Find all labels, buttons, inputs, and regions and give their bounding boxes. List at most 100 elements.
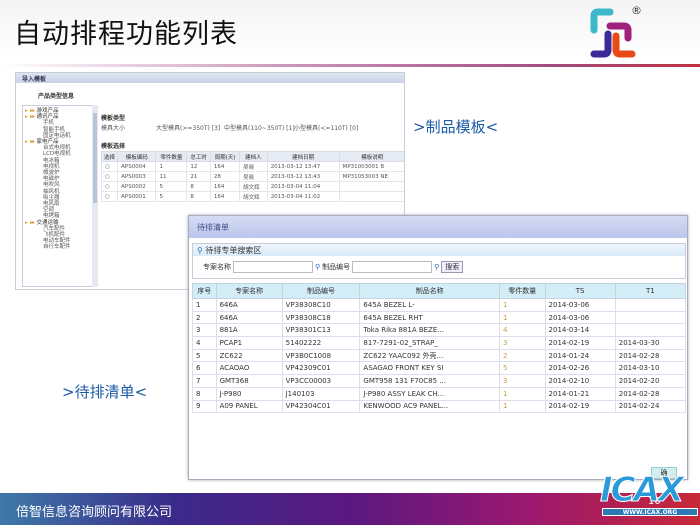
column-header[interactable]: 专案名称 (215, 283, 283, 299)
table-cell: Toka Rika 881A BEZE... (359, 323, 500, 338)
table-cell: 2014-03-06 (544, 310, 616, 325)
table-cell: 164 (209, 191, 241, 202)
product-code-label: 制品编号 (322, 263, 351, 271)
project-name-label: 专案名称 (203, 263, 231, 271)
table-cell: 2014-01-21 (544, 386, 616, 401)
pending-list-window: 待排清单 ⚲ 待排专单搜索区 专案名称 ⚲ 制品编号 ⚲ 搜索 序号 专案名称 制品… (188, 215, 688, 480)
table-cell: 2014-02-19 (544, 399, 616, 414)
table-cell: 5 (192, 348, 217, 363)
table-cell: VP3B0C1008 (281, 348, 361, 363)
table-cell: MP31053003 NE (338, 171, 404, 182)
table-row[interactable]: 2 646A VP38308C18 645A BEZEL RHT 1 2014-03-06 (192, 310, 687, 325)
table-cell: ○ (100, 161, 119, 172)
column-header[interactable]: 建档日期 (266, 151, 340, 162)
mold-size-small[interactable]: 小型模具(<=110T) [0] (294, 123, 358, 132)
table-cell: J140103 (281, 386, 361, 401)
tree-scrollbar[interactable] (92, 105, 98, 287)
icax-url: WWW.ICAX.ORG (602, 508, 698, 516)
table-row[interactable]: 7 GMT368 VP3CC00003 GMT958 131 F70C85 ... 3 2… (192, 374, 687, 388)
product-tree[interactable]: 游戏产品通讯产品手机智能手机固定电话机家电产品台式电视机LCD电视机电冰箱电视机… (22, 105, 97, 287)
mold-size-medium[interactable]: 中型模具(110~350T) [1] (224, 123, 295, 132)
table-cell: 2014-02-26 (544, 361, 616, 376)
column-header[interactable]: 零件数量 (155, 151, 188, 162)
table-row[interactable]: 6 ACAOAO VP42309C01 ASAGAO FRONT KEY SI 5 201… (192, 361, 687, 376)
table-cell: 646A (215, 310, 283, 325)
search-button[interactable]: 搜索 (441, 261, 464, 273)
table-cell: ASAGAO FRONT KEY SI (359, 361, 500, 376)
table-cell: 164 (209, 161, 241, 172)
table-row[interactable]: 9 A09 PANEL VP42304C01 KENWOOD AC9 PANEL...… (192, 399, 687, 414)
column-header[interactable]: 建档人 (239, 151, 268, 162)
table-row[interactable]: 5 ZC622 VP3B0C1008 ZC622 YAAC092 外壳... 2 2014… (192, 348, 687, 363)
column-header[interactable]: 序号 (192, 283, 217, 299)
search-icon[interactable]: ⚲ (434, 263, 439, 271)
column-header[interactable]: 模板编码 (117, 151, 157, 162)
table-cell: 2014-02-10 (544, 374, 616, 388)
table-cell: APS0003 (117, 171, 157, 182)
column-header[interactable]: 选择 (100, 151, 119, 162)
column-header[interactable]: 制品编号 (281, 283, 361, 299)
table-cell: 2013-03-12 13:47 (266, 161, 340, 172)
table-row[interactable]: ○ APS0004 1 12 164 吴晓 2013-03-12 13:47 MP310030… (100, 161, 404, 172)
search-icon: ⚲ (197, 246, 203, 255)
table-cell: 51402222 (281, 336, 361, 350)
template-select-heading: 模板选择 (101, 143, 126, 150)
table-cell: 1 (155, 161, 188, 172)
table-cell (338, 191, 404, 202)
table-cell: 胡文辉 (239, 181, 268, 192)
table-cell: 1 (498, 386, 546, 401)
search-icon[interactable]: ⚲ (315, 263, 320, 271)
tree-item[interactable]: 自行车配件 (25, 244, 94, 250)
project-name-input[interactable] (233, 261, 313, 273)
table-cell: 3 (498, 374, 546, 388)
mold-size-large[interactable]: 大型模具(>=350T) [3] (156, 123, 220, 132)
table-cell: 164 (209, 181, 241, 192)
table-cell: KENWOOD AC9 PANEL... (359, 399, 500, 414)
table-cell: 8 (186, 191, 211, 202)
table-cell: 4 (498, 323, 546, 338)
table-cell: APS0004 (117, 161, 157, 172)
column-header[interactable]: 模板说明 (338, 151, 404, 162)
table-cell: 2014-01-24 (544, 348, 616, 363)
table-cell: 8 (186, 181, 211, 192)
window-title: 待排清单 (189, 216, 687, 238)
column-header[interactable]: T1 (614, 283, 687, 299)
table-cell: ○ (100, 191, 119, 202)
table-cell: 21 (186, 171, 211, 182)
table-cell: 1 (498, 298, 546, 312)
table-cell: GMT958 131 F70C85 ... (359, 374, 500, 388)
table-cell (614, 298, 687, 312)
table-cell: VP38308C18 (281, 310, 361, 325)
table-cell: MP31003001 B (338, 161, 404, 172)
table-row[interactable]: ○ APS0001 5 8 164 胡文辉 2013-03-04 11:02 (100, 191, 404, 202)
table-cell: 645A BEZEL L- (359, 298, 500, 312)
column-header[interactable]: 零件数量 (498, 283, 546, 299)
column-header[interactable]: 制品名称 (359, 283, 500, 299)
table-row[interactable]: 8 J-P980 J140103 J-P980 ASSY LEAK CH... 1 201… (192, 386, 687, 401)
table-cell: 2014-03-14 (544, 323, 616, 338)
mold-type-heading: 模板类型 (101, 115, 126, 122)
table-cell: 1 (498, 310, 546, 325)
table-cell: 1 (498, 399, 546, 414)
search-area: ⚲ 待排专单搜索区 专案名称 ⚲ 制品编号 ⚲ 搜索 (192, 243, 686, 279)
table-row[interactable]: ○ APS0002 5 8 164 胡文辉 2013-03-04 11:04 (100, 181, 404, 192)
table-row[interactable]: ○ APS0003 11 21 28 吴晓 2013-03-12 13:43 MP310530… (100, 171, 404, 182)
table-row[interactable]: 3 881A VP38301C13 Toka Rika 881A BEZE... 4 20… (192, 323, 687, 338)
table-cell: A09 PANEL (215, 399, 283, 414)
table-cell: 817-7291-02_STRAP_ (359, 336, 500, 350)
column-header[interactable]: 总工时 (186, 151, 211, 162)
table-cell: 3 (192, 323, 217, 338)
table-cell: 28 (209, 171, 241, 182)
column-header[interactable]: 周期(天) (209, 151, 241, 162)
table-cell: VP42304C01 (281, 399, 361, 414)
table-cell: 2014-02-28 (614, 348, 687, 363)
table-row[interactable]: 1 646A VP38308C10 645A BEZEL L- 1 2014-03-06 (192, 298, 687, 312)
product-code-input[interactable] (352, 261, 433, 273)
table-row[interactable]: 4 PCAP1 51402222 817-7291-02_STRAP_ 3 2014-02… (192, 336, 687, 350)
table-cell: 5 (155, 191, 188, 202)
column-header[interactable]: TS (544, 283, 616, 299)
table-cell: 2014-02-20 (614, 374, 687, 388)
table-cell (338, 181, 404, 192)
table-cell: VP42309C01 (281, 361, 361, 376)
footer-bar: 倍智信息咨询顾问有限公司 (0, 493, 700, 525)
